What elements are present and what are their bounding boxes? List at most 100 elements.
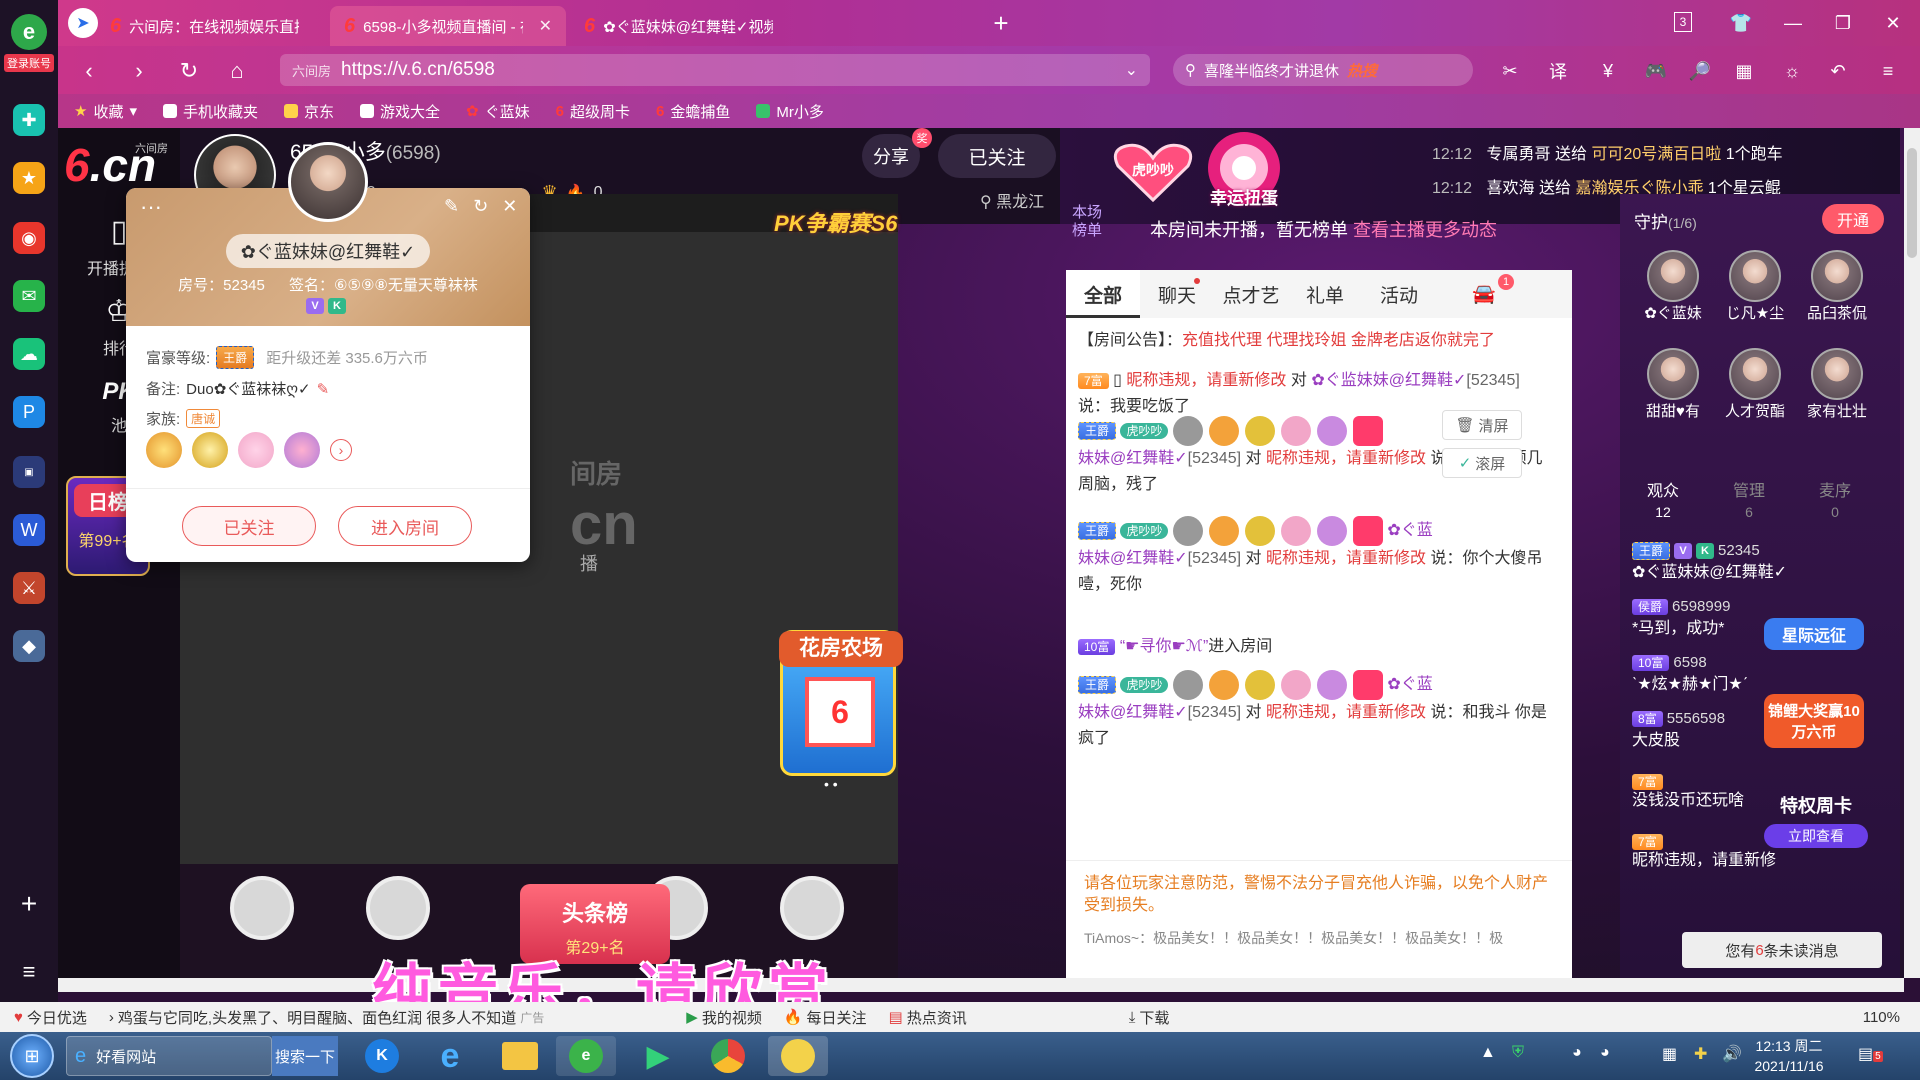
clear-screen-button[interactable]: 🗑 清屏 [1442,410,1522,440]
scroll-thumb[interactable] [1907,148,1917,258]
list-icon[interactable]: ≡ [13,956,45,988]
seat-avatar[interactable] [366,876,430,940]
rank-label[interactable]: 本场榜单 [1070,204,1104,240]
view-now-button[interactable]: 立即查看 [1764,824,1868,848]
send-icon[interactable]: ➤ [68,8,98,38]
browser-tab-1[interactable]: 6 六间房：在线视频娱乐直播平 [96,6,326,46]
tab-audience[interactable]: 观众 12 [1620,482,1706,530]
wand-icon[interactable]: ✎ [444,196,459,217]
msg-warn[interactable]: 昵称违规，请重新修改 [1266,450,1426,467]
tab-car[interactable]: 🚘 1 [1436,270,1532,318]
unread-messages[interactable]: 您有 6 条未读消息 [1682,932,1882,968]
msg-warn[interactable]: 昵称违规，请重新修改 [1266,550,1426,567]
restore-icon[interactable]: ❐ [1826,8,1860,38]
chevron-down-icon[interactable]: ⌄ [1125,60,1138,80]
close-icon[interactable]: ✕ [539,16,552,36]
tab-activity[interactable]: 活动 [1362,270,1436,318]
add-icon[interactable]: + [13,888,45,920]
shield-icon[interactable]: ⛨ [1512,1044,1524,1062]
guard-member[interactable]: 品臼茶侃 [1802,250,1872,323]
bookmark-item[interactable]: 手机收藏夹 [163,101,258,122]
guard-member[interactable]: 家有壮壮 [1802,348,1872,421]
bookmark-item[interactable]: 游戏大全 [360,101,440,122]
taskbar-task[interactable]: e 好看网站 [66,1036,272,1076]
seat-avatar[interactable] [780,876,844,940]
undo-icon[interactable]: ↶ [1824,58,1852,84]
msg-nick[interactable]: “☛寻你☛ℳ” [1120,638,1208,655]
chrome-icon[interactable] [698,1036,758,1076]
shirt-icon[interactable]: 👕 [1724,8,1758,38]
refresh-icon[interactable]: ↻ [174,56,204,86]
bookmark-item[interactable]: 6 超级周卡 [556,101,630,122]
weibo-icon[interactable]: ◉ [13,222,45,254]
chevron-right-icon[interactable]: › [330,439,352,461]
today-picks[interactable]: ♥ 今日优选 [14,1007,87,1028]
followed-button[interactable]: 已关注 [938,134,1056,178]
bookmark-item[interactable]: 6 金蟾捕鱼 [656,101,730,122]
minimize-icon[interactable]: — [1776,8,1810,38]
edit-icon[interactable]: ✎ [317,380,330,398]
carousel-dots[interactable]: • • [824,776,838,792]
folder-icon[interactable] [490,1036,550,1076]
bookmark-item[interactable]: ✿ ぐ蓝妹 [466,101,530,122]
volume-icon[interactable]: 🔊 [1722,1044,1742,1064]
login-button[interactable]: e 登录账号 [4,14,54,76]
koi-prize-promo[interactable]: 锦鲤大奖赢10万六币 [1764,694,1864,778]
audience-item[interactable]: 王爵 V K 52345 ✿ぐ蓝妹妹@红舞鞋✓ [1632,540,1882,584]
plus-app-icon[interactable]: ✚ [13,104,45,136]
profile-avatar[interactable] [288,142,368,222]
share-button[interactable]: 分享 [862,134,920,178]
msg-warn[interactable]: 昵称违规，请重新修改 [1266,704,1426,721]
tray-up-icon[interactable]: ▲ [1480,1044,1496,1062]
search-input[interactable]: ⚲ 喜隆半临终才讲退休 热搜 [1173,54,1473,86]
msg-nick[interactable]: 妹妹@红舞鞋✓ [1078,450,1188,467]
msg-nick[interactable]: 妹妹@红舞鞋✓ [1078,550,1188,567]
enter-room-button[interactable]: 进入房间 [338,506,472,546]
avatar-app-icon[interactable] [768,1036,828,1076]
horizontal-scrollbar[interactable] [58,978,1904,992]
gamepad-icon[interactable]: 🎮 [1642,58,1670,84]
privilege-card-promo[interactable]: 特权周卡 立即查看 [1764,792,1868,882]
msg-nick-head[interactable]: ✿ぐ蓝 [1387,522,1432,539]
scissors-icon[interactable]: ✂ [1496,58,1524,84]
game-app-icon[interactable]: ⚔ [13,572,45,604]
followed-button[interactable]: 已关注 [182,506,316,546]
close-window-icon[interactable]: ✕ [1876,8,1910,38]
home-icon[interactable]: ⌂ [222,56,252,86]
k-app-icon[interactable]: K [352,1036,412,1076]
player-icon[interactable]: ▶ [628,1036,688,1076]
grid-icon[interactable]: ▦ [1730,58,1758,84]
vertical-scrollbar[interactable] [1904,128,1920,978]
more-dynamic-link[interactable]: 查看主播更多动态 [1353,220,1497,240]
scroll-button[interactable]: ✓ 滚屏 [1442,448,1522,478]
pk-contest-badge[interactable]: PK争霸赛S6 [774,206,897,238]
bookmark-item[interactable]: ★ 收藏 ▾ [74,101,137,122]
hot-news[interactable]: ▤ 热点资讯 [889,1007,967,1028]
daily-follow[interactable]: 🔥 每日关注 [784,1007,867,1028]
tab-gifts[interactable]: 礼单 [1288,270,1362,318]
ime-icon[interactable]: ✚ [1694,1044,1707,1064]
p-app-icon[interactable]: P [13,396,45,428]
msg-warn[interactable]: 昵称违规，请重新修改 [1126,372,1286,389]
flower-farm-ad[interactable]: 花房农场 6 [779,630,903,776]
tab-admins[interactable]: 管理 6 [1706,482,1792,530]
browser-tab-2[interactable]: 6 6598-小多视频直播间 - 在线视 ✕ [330,6,566,46]
refresh-icon[interactable]: ↻ [473,196,488,217]
guard-member[interactable]: 甜甜♥有 [1638,348,1708,421]
open-guard-button[interactable]: 开通 [1822,204,1884,234]
tab-count-icon[interactable]: 3 [1674,12,1692,32]
news-ticker[interactable]: › 鸡蛋与它同吃,头发黑了、明目醒脑、面色红润 很多人不知道 广告 [109,1007,544,1028]
sun-icon[interactable]: ☼ [1778,58,1806,84]
site-logo[interactable]: 6.cn 六间房 [64,138,174,194]
msg-target[interactable]: ✿ぐ监妹妹@红舞鞋✓ [1311,372,1466,389]
close-icon[interactable]: ✕ [502,196,517,217]
forward-icon[interactable]: › [124,56,154,86]
bookmark-item[interactable]: Mr小多 [756,101,824,122]
menu-icon[interactable]: ≡ [1874,58,1902,84]
star-expedition-promo[interactable]: 星际远征 [1764,594,1864,664]
game-news-icon[interactable]: ▣ [13,456,45,488]
browser-app-icon[interactable]: e [556,1036,616,1076]
family-badge[interactable]: 唐诚 [186,409,221,428]
browser-tab-3[interactable]: 6 ✿ぐ蓝妹妹@红舞鞋✓视频直播 [570,6,800,46]
mail-icon[interactable]: ✉ [13,280,45,312]
